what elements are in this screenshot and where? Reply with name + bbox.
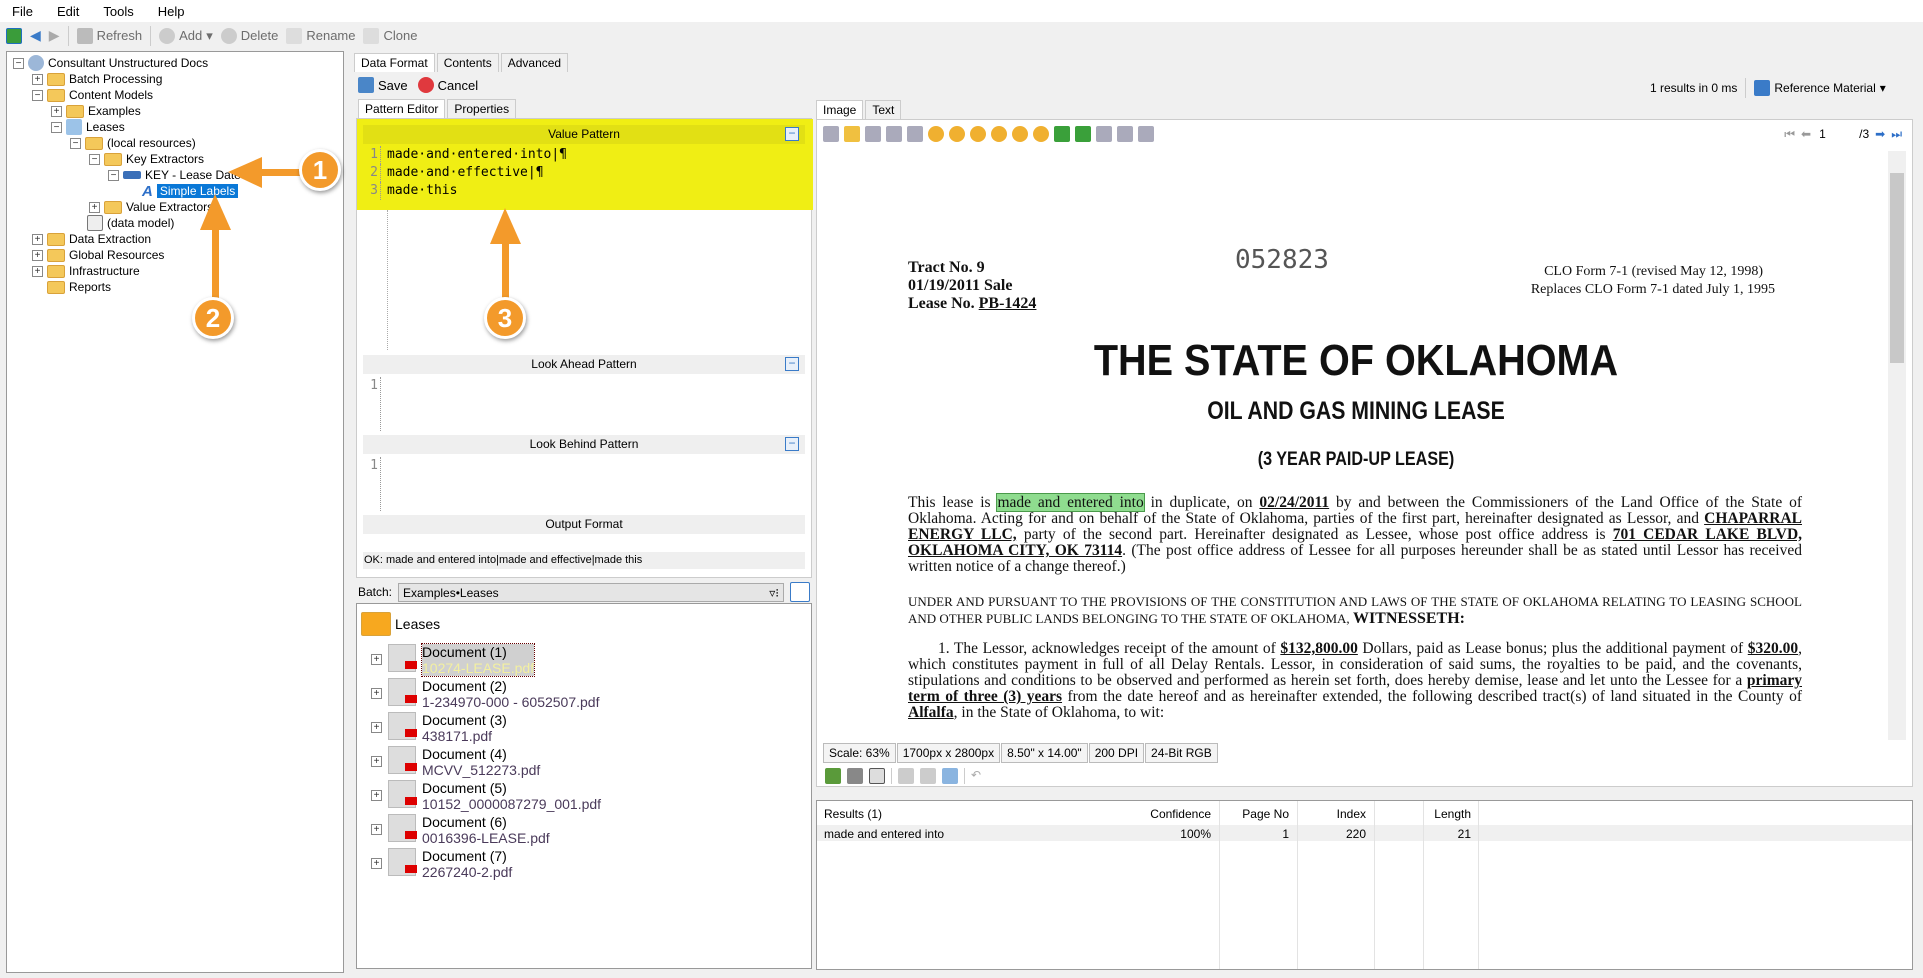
arrow-2-head: [200, 194, 231, 230]
callout-2: 2: [192, 297, 234, 339]
arrow-2-shaft: [212, 230, 219, 300]
arrow-1-head: [228, 157, 262, 188]
arrow-3-head: [490, 208, 521, 244]
callout-3: 3: [484, 297, 526, 339]
arrow-3-shaft: [502, 244, 509, 300]
annotation-arrows: [200, 157, 521, 300]
callout-1: 1: [299, 149, 341, 191]
arrow-1-shaft: [262, 169, 302, 176]
